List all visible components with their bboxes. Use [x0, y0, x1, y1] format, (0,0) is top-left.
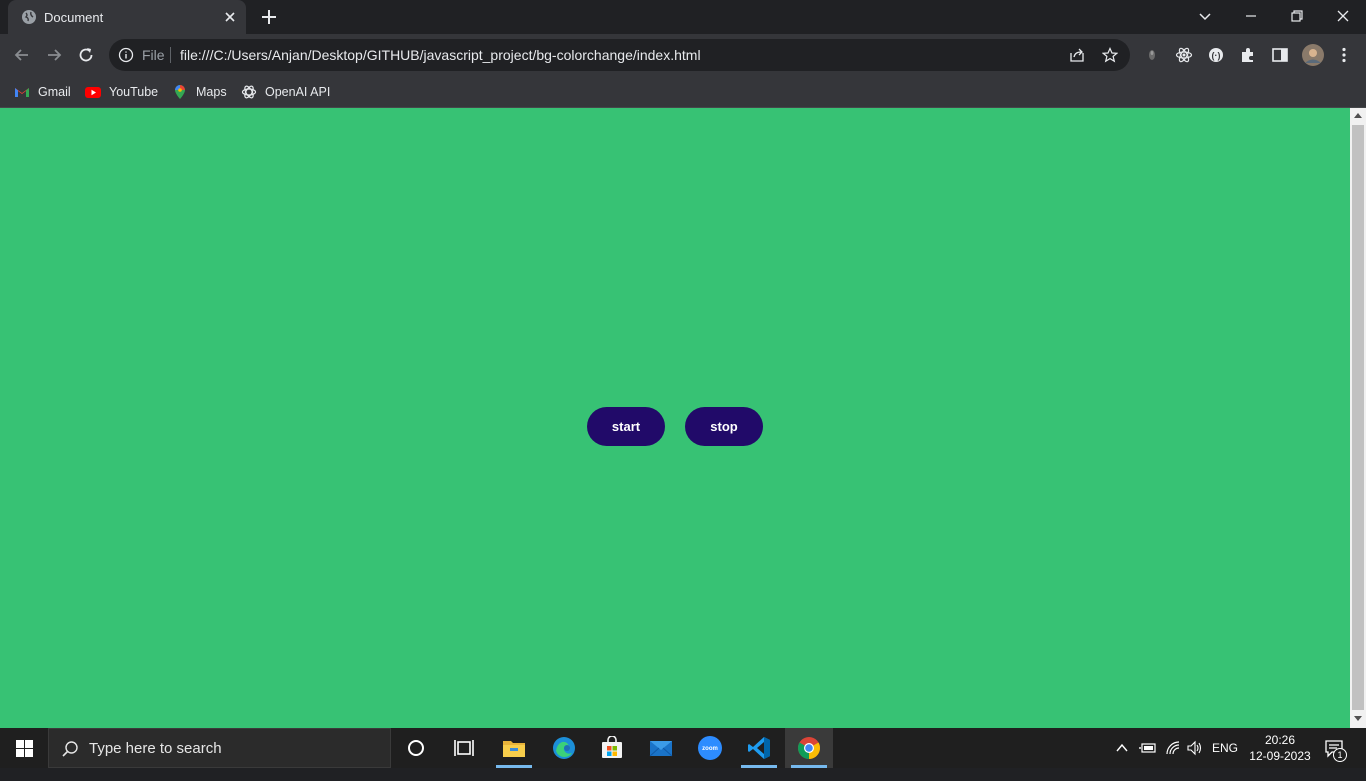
bookmark-label: Gmail	[38, 85, 71, 99]
bookmark-youtube[interactable]: YouTube	[85, 82, 158, 102]
task-view-icon	[454, 740, 474, 756]
windows-logo-icon	[16, 740, 33, 757]
show-hidden-icons-icon[interactable]	[1115, 741, 1129, 755]
page-content: start stop	[0, 108, 1350, 728]
tab-search-icon[interactable]	[1195, 6, 1215, 26]
bookmark-label: YouTube	[109, 85, 159, 99]
edge-icon	[553, 737, 575, 759]
search-icon	[62, 741, 78, 757]
extension-icon[interactable]	[1143, 46, 1161, 64]
gmail-icon	[15, 88, 29, 97]
volume-icon[interactable]	[1186, 740, 1204, 756]
close-tab-icon[interactable]	[222, 9, 238, 25]
extension-circle-icon[interactable]: (·)	[1207, 46, 1225, 64]
restore-icon[interactable]	[1287, 6, 1307, 26]
url-text[interactable]: file:///C:/Users/Anjan/Desktop/GITHUB/ja…	[180, 47, 701, 63]
bookmarks-bar: Gmail YouTube Maps OpenAI API	[0, 76, 1366, 108]
bookmark-label: OpenAI API	[265, 85, 331, 99]
wifi-icon[interactable]	[1164, 740, 1182, 756]
forward-icon[interactable]	[44, 45, 64, 65]
clock-time: 20:26	[1264, 733, 1296, 747]
bookmark-openai-api[interactable]: OpenAI API	[241, 82, 330, 102]
globe-icon	[22, 10, 36, 24]
info-icon[interactable]	[118, 47, 134, 63]
menu-kebab-icon[interactable]	[1335, 46, 1353, 64]
vscode-button[interactable]	[735, 728, 783, 768]
zoom-icon: zoom	[698, 736, 722, 760]
new-tab-icon[interactable]	[260, 8, 278, 26]
cortana-icon	[408, 740, 424, 756]
mail-button[interactable]	[637, 728, 685, 768]
cortana-button[interactable]	[392, 728, 440, 768]
scroll-up-arrow-icon[interactable]	[1354, 113, 1362, 118]
vertical-scrollbar[interactable]	[1350, 108, 1366, 728]
language-indicator[interactable]: ENG	[1212, 741, 1238, 781]
clock-date: 12-09-2023	[1249, 749, 1311, 763]
bookmark-maps[interactable]: Maps	[172, 82, 227, 102]
openai-icon	[241, 85, 257, 99]
taskbar-search-box[interactable]: Type here to search	[48, 728, 391, 768]
share-icon[interactable]	[1069, 47, 1085, 63]
side-panel-icon[interactable]	[1271, 46, 1289, 64]
start-menu-button[interactable]	[0, 728, 48, 768]
address-bar[interactable]: File file:///C:/Users/Anjan/Desktop/GITH…	[109, 39, 1130, 71]
maps-icon	[175, 85, 185, 99]
profile-avatar[interactable]	[1301, 43, 1325, 67]
notification-count-badge: 1	[1333, 748, 1347, 762]
bookmark-gmail[interactable]: Gmail	[14, 82, 71, 102]
minimize-icon[interactable]	[1241, 6, 1261, 26]
scroll-down-arrow-icon[interactable]	[1354, 716, 1362, 721]
reload-icon[interactable]	[76, 45, 96, 65]
react-devtools-icon[interactable]	[1175, 46, 1193, 64]
task-view-button[interactable]	[440, 728, 488, 768]
edge-button[interactable]	[540, 728, 588, 768]
zoom-button[interactable]: zoom	[686, 728, 734, 768]
microsoft-store-button[interactable]	[588, 728, 636, 768]
clock[interactable]: 20:26 12-09-2023	[1238, 732, 1322, 764]
extensions-puzzle-icon[interactable]	[1239, 46, 1257, 64]
chrome-icon	[798, 737, 820, 759]
bookmark-star-icon[interactable]	[1102, 47, 1118, 63]
address-divider	[170, 47, 171, 63]
back-icon[interactable]	[12, 45, 32, 65]
mail-icon	[649, 741, 673, 757]
microsoft-store-icon	[602, 736, 622, 758]
file-explorer-icon	[503, 741, 525, 757]
svg-text:zoom: zoom	[702, 746, 718, 752]
battery-icon[interactable]	[1139, 740, 1157, 756]
browser-tab[interactable]: Document	[8, 0, 246, 34]
stop-button[interactable]: stop	[685, 407, 763, 446]
youtube-icon	[85, 87, 101, 98]
svg-text:(·): (·)	[1212, 51, 1221, 61]
file-explorer-button[interactable]	[490, 728, 538, 768]
scrollbar-thumb[interactable]	[1352, 125, 1364, 710]
browser-toolbar: File file:///C:/Users/Anjan/Desktop/GITH…	[0, 34, 1366, 76]
scheme-label: File	[142, 47, 165, 63]
windows-taskbar: Type here to search zoom ENG 20:26 12-09…	[0, 728, 1366, 768]
close-window-icon[interactable]	[1333, 6, 1353, 26]
vscode-icon	[748, 737, 770, 759]
start-button[interactable]: start	[587, 407, 665, 446]
tab-strip: Document	[0, 0, 1366, 34]
chrome-button[interactable]	[785, 728, 833, 768]
bookmark-label: Maps	[196, 85, 227, 99]
tab-title: Document	[44, 10, 104, 25]
search-placeholder: Type here to search	[89, 740, 222, 757]
